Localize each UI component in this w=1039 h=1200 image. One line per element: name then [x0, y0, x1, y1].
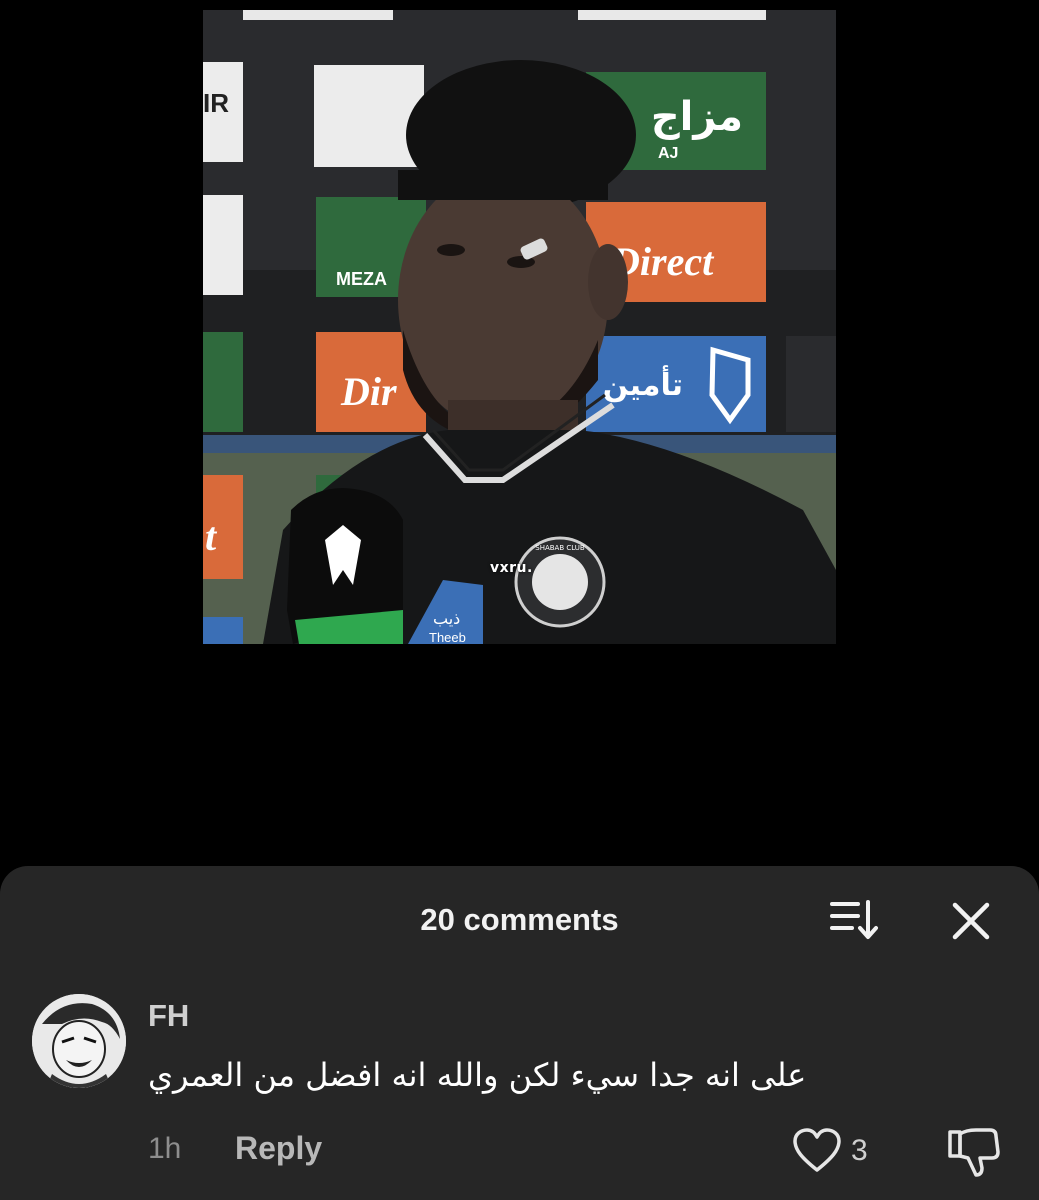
- sponsor-mazaj-en: AJ: [658, 145, 678, 162]
- page: IR t MEZA Dir مزاج AJ Direct تأمين SHABA…: [0, 0, 1039, 1200]
- video-watermark: vxru.: [490, 560, 533, 576]
- sponsor-ir: IR: [203, 88, 229, 118]
- reply-button[interactable]: Reply: [235, 1130, 322, 1167]
- sponsor-dir: Dir: [340, 369, 397, 414]
- dislike-button[interactable]: [946, 1126, 1002, 1178]
- avatar[interactable]: [32, 994, 126, 1088]
- comment-username[interactable]: FH: [148, 998, 189, 1034]
- sponsor-t: t: [205, 514, 218, 559]
- sort-button[interactable]: [828, 898, 882, 942]
- club-badge-name: SHABAB CLUB: [535, 544, 585, 552]
- video-player[interactable]: IR t MEZA Dir مزاج AJ Direct تأمين SHABA…: [203, 10, 836, 644]
- comment-timestamp: 1h: [148, 1132, 182, 1165]
- thumbs-down-icon: [948, 1128, 1000, 1177]
- avatar-image: [32, 994, 126, 1088]
- heart-icon: [793, 1128, 841, 1172]
- video-frame: IR t MEZA Dir مزاج AJ Direct تأمين SHABA…: [203, 10, 836, 644]
- sponsor-meza: MEZA: [336, 269, 387, 289]
- like-count: 3: [851, 1134, 868, 1167]
- sponsor-mazaj-ar: مزاج: [651, 94, 743, 140]
- sponsor-tameeni: تأمين: [603, 365, 683, 403]
- comments-sheet: 20 comments FH على انه جدا سيء لكن والله…: [0, 866, 1039, 1200]
- close-button[interactable]: [948, 898, 994, 944]
- sort-icon: [830, 900, 878, 939]
- close-icon: [952, 902, 990, 940]
- comments-title: 20 comments: [420, 902, 619, 937]
- sleeve-sponsor-en: Theeb: [429, 630, 466, 644]
- comment-text: على انه جدا سيء لكن والله انه افضل من ال…: [148, 1056, 807, 1094]
- sleeve-sponsor-ar: ذيب: [433, 609, 460, 628]
- like-button[interactable]: [792, 1128, 842, 1174]
